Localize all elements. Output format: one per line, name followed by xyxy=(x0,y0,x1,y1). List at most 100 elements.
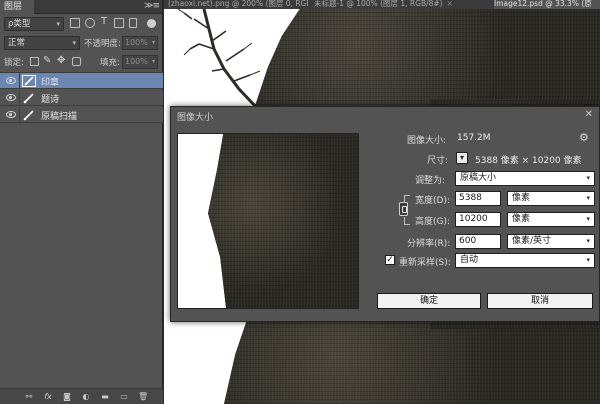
dimensions-label: 尺寸: xyxy=(427,156,449,166)
close-icon[interactable]: × xyxy=(447,0,453,8)
width-unit-value: 像素 xyxy=(512,193,531,203)
new-layer-icon[interactable]: ▭ xyxy=(119,392,129,402)
chevron-down-icon: ▾ xyxy=(586,194,590,202)
eye-icon[interactable] xyxy=(6,77,16,84)
width-unit-select[interactable]: 像素 ▾ xyxy=(507,191,595,206)
resample-label: 重新采样(S): xyxy=(399,258,451,268)
mask-icon[interactable]: ◙ xyxy=(62,392,72,402)
dimensions-value: 5388 像素 × 10200 像素 xyxy=(475,156,582,166)
filter-shape-icon[interactable] xyxy=(114,18,124,28)
eye-icon[interactable] xyxy=(6,111,16,118)
preview-ink xyxy=(208,134,358,308)
filter-type-icon[interactable]: T xyxy=(101,16,107,27)
fit-to-select[interactable]: 原稿大小 ▾ xyxy=(455,171,595,186)
brush-layer-thumb-icon xyxy=(23,110,34,121)
trash-icon[interactable]: 🗑 xyxy=(138,392,148,402)
lock-image-icon[interactable]: ✎ xyxy=(43,55,51,66)
adjustment-icon[interactable]: ◐ xyxy=(81,392,91,402)
height-unit-select[interactable]: 像素 ▾ xyxy=(507,212,595,227)
chevron-down-icon: ▾ xyxy=(586,237,590,245)
constrain-bracket-bottom xyxy=(404,217,410,225)
lock-label: 锁定: xyxy=(4,58,24,68)
layer-name: 原稿扫描 xyxy=(41,112,78,122)
layer-filter-select[interactable]: ρ类型 ▾ xyxy=(4,17,64,31)
layer-name: 印章 xyxy=(41,78,60,88)
fill-value: 100% xyxy=(125,57,148,66)
fit-to-value: 原稿大小 xyxy=(460,173,497,183)
chevron-down-icon: ▾ xyxy=(586,174,590,182)
dialog-title: 图像大小 xyxy=(177,113,214,123)
divider xyxy=(19,107,20,123)
height-input[interactable]: 10200 xyxy=(455,212,501,227)
chevron-down-icon: ▾ xyxy=(586,256,590,264)
doc-tab-zhaoxi[interactable]: (zhaoxi.net).png @ 200% (图层 0, RGB/8#) xyxy=(168,0,308,9)
doc-tab-label: 未标题-1 @ 100% (图层 1, RGB/8#) xyxy=(314,0,443,8)
ink-scan-top xyxy=(254,9,600,109)
chevron-down-icon: ▾ xyxy=(151,39,155,46)
height-label: 高度(G): xyxy=(415,217,451,227)
resolution-unit-select[interactable]: 像素/英寸 ▾ xyxy=(507,234,595,249)
width-label: 宽度(D): xyxy=(415,196,450,206)
width-input[interactable]: 5388 xyxy=(455,191,501,206)
image-size-label: 图像大小: xyxy=(407,136,447,146)
opacity-value: 100% xyxy=(125,38,148,47)
fill-field[interactable]: 100% ▾ xyxy=(122,55,158,69)
chevron-down-icon: ▾ xyxy=(151,58,155,65)
divider xyxy=(19,90,20,106)
brush-layer-thumb-icon xyxy=(23,93,34,104)
filter-toggle-icon[interactable] xyxy=(147,19,156,28)
blend-mode-value: 正常 xyxy=(8,38,26,48)
resample-select[interactable]: 自动 ▾ xyxy=(455,253,595,268)
blend-mode-select[interactable]: 正常 ▾ xyxy=(4,36,80,50)
fx-icon[interactable]: fx xyxy=(43,392,53,402)
image-preview[interactable] xyxy=(177,133,359,309)
layers-footer: ⚯ fx ◙ ◐ ▬ ▭ 🗑 xyxy=(0,388,163,404)
tab-layers[interactable]: 图层 xyxy=(0,0,34,14)
filter-pixel-icon[interactable] xyxy=(70,18,80,28)
opacity-label: 不透明度: xyxy=(84,39,121,49)
layer-filter-label: ρ类型 xyxy=(8,19,31,29)
layer-row-scan[interactable]: 原稿扫描 xyxy=(0,107,163,123)
image-size-dialog: 图像大小 ✕ 图像大小: 157.2M ⚙ 尺寸: ▾ 5388 像素 × 10… xyxy=(170,106,600,322)
divider xyxy=(19,73,20,89)
image-size-value: 157.2M xyxy=(457,133,491,143)
opacity-field[interactable]: 100% ▾ xyxy=(122,36,158,50)
gear-icon[interactable]: ⚙ xyxy=(579,131,589,144)
lock-transparent-icon[interactable] xyxy=(30,57,39,66)
doc-tab-label: Image12.psd @ 33.3% (原 xyxy=(494,0,592,8)
fill-label: 填充: xyxy=(100,58,120,68)
doc-tab-untitled[interactable]: 未标题-1 @ 100% (图层 1, RGB/8#) × xyxy=(314,0,484,9)
layers-tab-bar: 图层 ≫≡ xyxy=(0,0,162,14)
fit-to-label: 调整为: xyxy=(415,176,446,186)
layer-row-poem[interactable]: 题诗 xyxy=(0,90,163,106)
cancel-button[interactable]: 取消 xyxy=(487,293,593,309)
resolution-label: 分辨率(R): xyxy=(407,239,451,249)
layer-filter-row: ρ类型 ▾ T xyxy=(0,15,163,33)
panel-menu-icon[interactable]: ≫≡ xyxy=(144,1,160,11)
link-icon[interactable]: ⚯ xyxy=(24,392,34,402)
ink-scan-bottom xyxy=(224,321,600,404)
group-icon[interactable]: ▬ xyxy=(100,392,110,402)
doc-tab-image12[interactable]: Image12.psd @ 33.3% (原 xyxy=(494,0,600,9)
resolution-input[interactable]: 600 xyxy=(455,234,501,249)
resample-value: 自动 xyxy=(460,255,479,265)
close-icon[interactable]: ✕ xyxy=(585,109,593,120)
chevron-down-icon: ▾ xyxy=(72,39,76,47)
lock-all-icon[interactable] xyxy=(72,57,81,66)
ok-button[interactable]: 确定 xyxy=(377,293,481,309)
lock-position-icon[interactable]: ✥ xyxy=(57,55,65,66)
filter-adjustment-icon[interactable] xyxy=(85,18,95,28)
doc-tab-label: (zhaoxi.net).png @ 200% (图层 0, RGB/8#) xyxy=(168,0,308,8)
resample-checkbox[interactable]: ✓ xyxy=(385,255,395,265)
chevron-down-icon: ▾ xyxy=(56,20,60,28)
layer-row-seal[interactable]: 印章 xyxy=(0,73,163,89)
blend-row: 正常 ▾ 不透明度: 100% ▾ xyxy=(0,34,163,52)
dimensions-unit-button[interactable]: ▾ xyxy=(456,152,468,164)
eye-icon[interactable] xyxy=(6,94,16,101)
resolution-unit-value: 像素/英寸 xyxy=(512,236,552,246)
filter-smart-object-icon[interactable] xyxy=(129,18,137,28)
dialog-titlebar[interactable]: 图像大小 ✕ xyxy=(171,107,599,123)
lock-row: 锁定: ✎ ✥ 填充: 100% ▾ xyxy=(0,53,163,71)
document-tab-bar: (zhaoxi.net).png @ 200% (图层 0, RGB/8#) 未… xyxy=(164,0,600,9)
constrain-proportions-icon[interactable] xyxy=(399,202,408,216)
